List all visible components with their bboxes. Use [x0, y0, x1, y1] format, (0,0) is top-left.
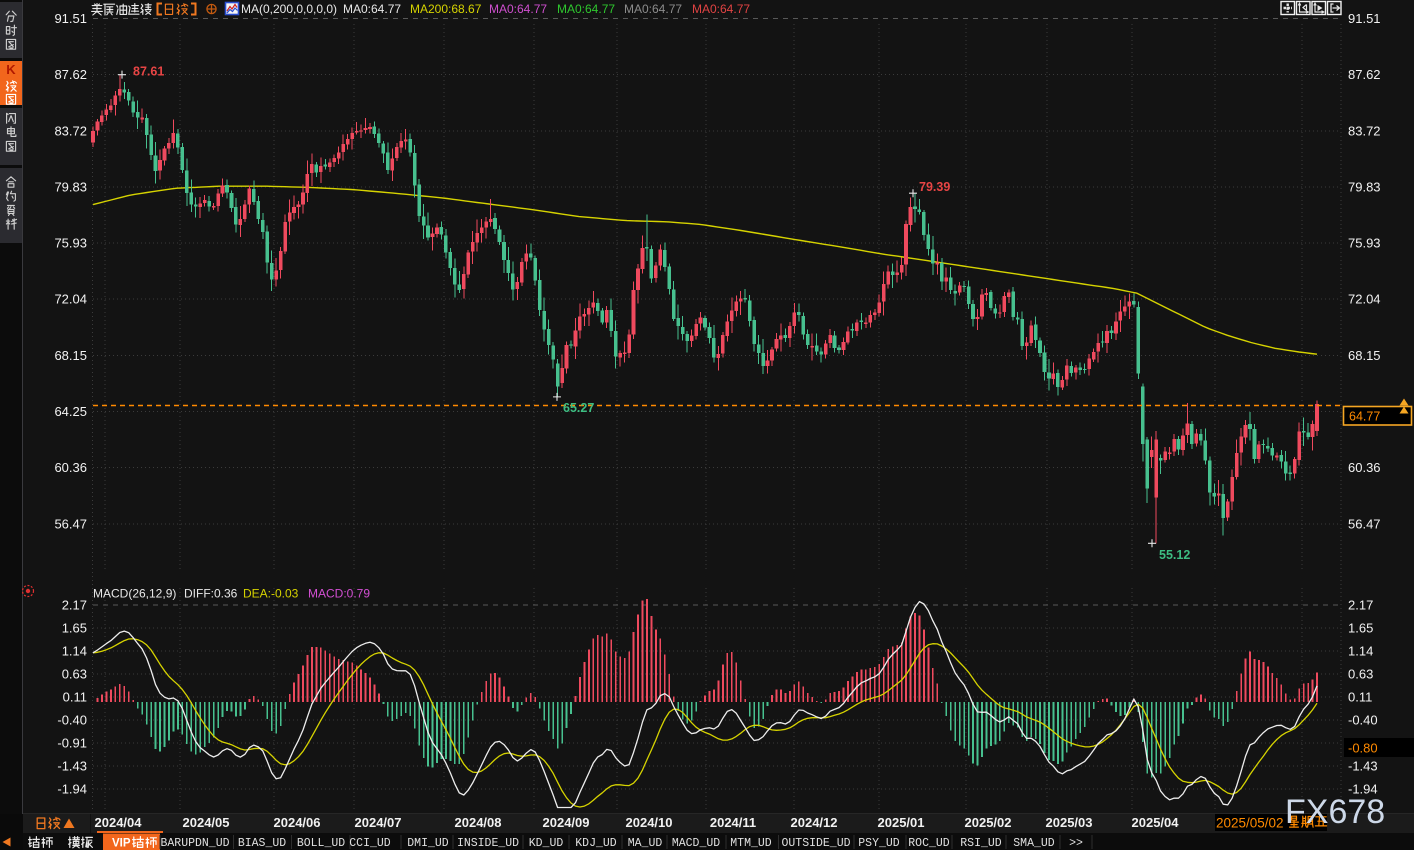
svg-text:MA0:64.77: MA0:64.77 [489, 2, 547, 16]
svg-text:1.14: 1.14 [1348, 644, 1373, 659]
svg-text:DMI_UD: DMI_UD [407, 837, 449, 850]
svg-text:0.63: 0.63 [1348, 667, 1373, 682]
svg-text:79.39: 79.39 [919, 180, 950, 194]
svg-text:72.04: 72.04 [1348, 292, 1381, 307]
svg-text:60.36: 60.36 [54, 460, 87, 475]
svg-text:INSIDE_UD: INSIDE_UD [457, 837, 519, 850]
svg-text:BIAS_UD: BIAS_UD [238, 837, 286, 850]
svg-text:PSY_UD: PSY_UD [858, 837, 900, 850]
svg-text:-0.80: -0.80 [1348, 741, 1378, 756]
svg-text:0.11: 0.11 [63, 690, 87, 705]
svg-text:68.15: 68.15 [54, 348, 87, 363]
svg-text:MACD_UD: MACD_UD [672, 837, 720, 850]
svg-text:2024/04: 2024/04 [95, 815, 143, 830]
svg-text:2025/01: 2025/01 [878, 815, 925, 830]
svg-text:MACD(26,12,9): MACD(26,12,9) [93, 587, 176, 601]
svg-text:2024/05: 2024/05 [183, 815, 230, 830]
svg-text:87.61: 87.61 [133, 65, 164, 79]
svg-text:0.11: 0.11 [1348, 690, 1372, 705]
svg-text:-1.43: -1.43 [1348, 759, 1378, 774]
svg-text:-0.40: -0.40 [57, 713, 87, 728]
svg-text:0.63: 0.63 [62, 667, 87, 682]
svg-text:-1.43: -1.43 [57, 759, 87, 774]
svg-text:MA0:64.77: MA0:64.77 [692, 2, 750, 16]
svg-text:56.47: 56.47 [1348, 516, 1381, 531]
svg-text:ROC_UD: ROC_UD [908, 837, 950, 850]
svg-text:2025/02: 2025/02 [965, 815, 1012, 830]
svg-text:BOLL_UD: BOLL_UD [297, 837, 345, 850]
svg-text:2025/04: 2025/04 [1132, 815, 1180, 830]
svg-text:2024/06: 2024/06 [274, 815, 321, 830]
svg-text:2024/09: 2024/09 [543, 815, 590, 830]
svg-text:MA_UD: MA_UD [628, 837, 663, 850]
svg-text:MA0:64.77: MA0:64.77 [557, 2, 615, 16]
svg-text:64.77: 64.77 [1349, 410, 1380, 424]
svg-text:75.93: 75.93 [54, 236, 87, 251]
svg-text:KDJ_UD: KDJ_UD [575, 837, 617, 850]
svg-text:55.12: 55.12 [1159, 548, 1190, 562]
svg-text:MTM_UD: MTM_UD [730, 837, 772, 850]
svg-text:2024/08: 2024/08 [455, 815, 502, 830]
svg-text:CCI_UD: CCI_UD [349, 837, 391, 850]
svg-text:2024/11: 2024/11 [710, 815, 756, 830]
svg-text:>>: >> [1069, 837, 1083, 850]
svg-text:1.14: 1.14 [62, 644, 87, 659]
svg-text:91.51: 91.51 [1348, 11, 1381, 26]
svg-text:DIFF:0.36: DIFF:0.36 [184, 587, 238, 601]
svg-text:79.83: 79.83 [1348, 179, 1381, 194]
svg-text:VIP: VIP [112, 838, 131, 850]
svg-text:2.17: 2.17 [1348, 598, 1373, 613]
svg-text:OUTSIDE_UD: OUTSIDE_UD [781, 837, 850, 850]
svg-text:MA(0,200,0,0,0,0): MA(0,200,0,0,0,0) [241, 2, 337, 16]
svg-text:2024/12: 2024/12 [791, 815, 838, 830]
svg-text:83.72: 83.72 [54, 123, 87, 138]
svg-text:BARUPDN_UD: BARUPDN_UD [160, 837, 229, 850]
svg-text:FX678: FX678 [1285, 793, 1385, 831]
svg-text:RSI_UD: RSI_UD [960, 837, 1002, 850]
svg-text:MA200:68.67: MA200:68.67 [410, 2, 482, 16]
svg-text:83.72: 83.72 [1348, 123, 1381, 138]
svg-text:2025/03: 2025/03 [1046, 815, 1093, 830]
svg-text:64.25: 64.25 [54, 404, 87, 419]
svg-text:56.47: 56.47 [54, 516, 87, 531]
svg-text:72.04: 72.04 [54, 292, 87, 307]
svg-text:DEA:-0.03: DEA:-0.03 [243, 587, 299, 601]
svg-text:2025/05/02: 2025/05/02 [1216, 816, 1284, 831]
svg-text:MA0:64.77: MA0:64.77 [624, 2, 682, 16]
svg-text:87.62: 87.62 [54, 67, 87, 82]
svg-text:2.17: 2.17 [62, 598, 87, 613]
svg-text:K: K [6, 62, 16, 77]
svg-text:-0.91: -0.91 [57, 736, 87, 751]
svg-text:2024/10: 2024/10 [626, 815, 673, 830]
svg-text:1.65: 1.65 [62, 621, 87, 636]
svg-text:79.83: 79.83 [54, 179, 87, 194]
svg-text:1.65: 1.65 [1348, 621, 1373, 636]
svg-text:68.15: 68.15 [1348, 348, 1381, 363]
svg-text:60.36: 60.36 [1348, 460, 1381, 475]
svg-text:-0.40: -0.40 [1348, 713, 1378, 728]
svg-text:MACD:0.79: MACD:0.79 [308, 587, 370, 601]
svg-text:KD_UD: KD_UD [529, 837, 564, 850]
svg-text:-1.94: -1.94 [57, 782, 87, 797]
svg-text:2024/07: 2024/07 [355, 815, 402, 830]
svg-text:65.27: 65.27 [563, 401, 594, 415]
svg-text:MA0:64.77: MA0:64.77 [343, 2, 401, 16]
svg-text:87.62: 87.62 [1348, 67, 1381, 82]
svg-text:75.93: 75.93 [1348, 236, 1381, 251]
svg-text:SMA_UD: SMA_UD [1013, 837, 1055, 850]
svg-text:91.51: 91.51 [54, 11, 87, 26]
